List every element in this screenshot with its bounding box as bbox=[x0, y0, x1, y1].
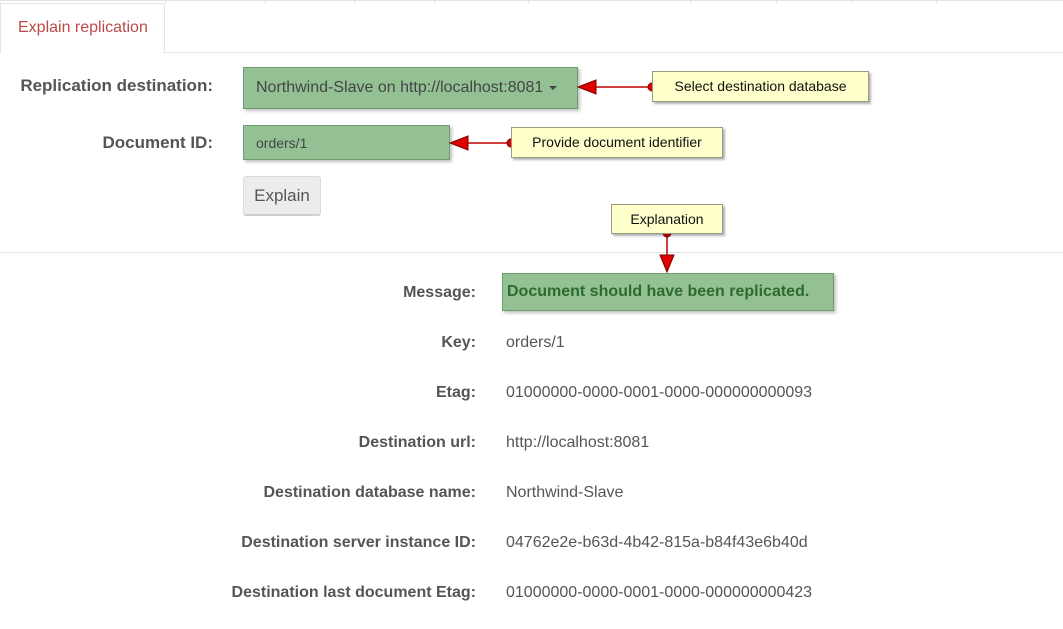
document-id-input[interactable] bbox=[243, 125, 450, 160]
callout-provide-id: Provide document identifier bbox=[511, 127, 723, 158]
section-divider bbox=[0, 252, 1063, 253]
key-value: orders/1 bbox=[506, 334, 565, 351]
explain-button[interactable]: Explain bbox=[243, 176, 321, 216]
arrow-to-message bbox=[659, 228, 675, 274]
message-label: Message: bbox=[403, 284, 476, 301]
server-instance-label: Destination server instance ID: bbox=[241, 534, 476, 551]
etag-value: 01000000-0000-0001-0000-000000000093 bbox=[506, 384, 813, 401]
last-etag-value: 01000000-0000-0001-0000-000000000423 bbox=[506, 584, 813, 601]
key-label: Key: bbox=[441, 334, 476, 351]
tab-strip: Explain replication bbox=[0, 3, 1063, 54]
arrow-to-destination bbox=[576, 79, 657, 95]
server-instance-value: 04762e2e-b63d-4b42-815a-b84f43e6b40d bbox=[506, 534, 808, 551]
destination-url-label: Destination url: bbox=[358, 434, 476, 451]
last-etag-label: Destination last document Etag: bbox=[231, 584, 476, 601]
destination-db-value: Northwind-Slave bbox=[506, 484, 624, 501]
replication-destination-dropdown[interactable]: Northwind-Slave on http://localhost:8081 bbox=[243, 67, 578, 109]
arrow-to-document-id bbox=[448, 135, 516, 151]
tab-explain-replication[interactable]: Explain replication bbox=[0, 3, 165, 54]
etag-label: Etag: bbox=[436, 384, 476, 401]
message-value: Document should have been replicated. bbox=[502, 273, 834, 311]
callout-select-destination: Select destination database bbox=[652, 71, 869, 102]
replication-destination-label: Replication destination: bbox=[20, 76, 213, 95]
caret-down-icon bbox=[549, 85, 558, 90]
replication-destination-value: Northwind-Slave on http://localhost:8081 bbox=[256, 79, 544, 96]
destination-url-value: http://localhost:8081 bbox=[506, 434, 650, 451]
destination-db-label: Destination database name: bbox=[263, 484, 477, 501]
callout-explanation: Explanation bbox=[611, 204, 723, 234]
document-id-label: Document ID: bbox=[102, 133, 214, 152]
